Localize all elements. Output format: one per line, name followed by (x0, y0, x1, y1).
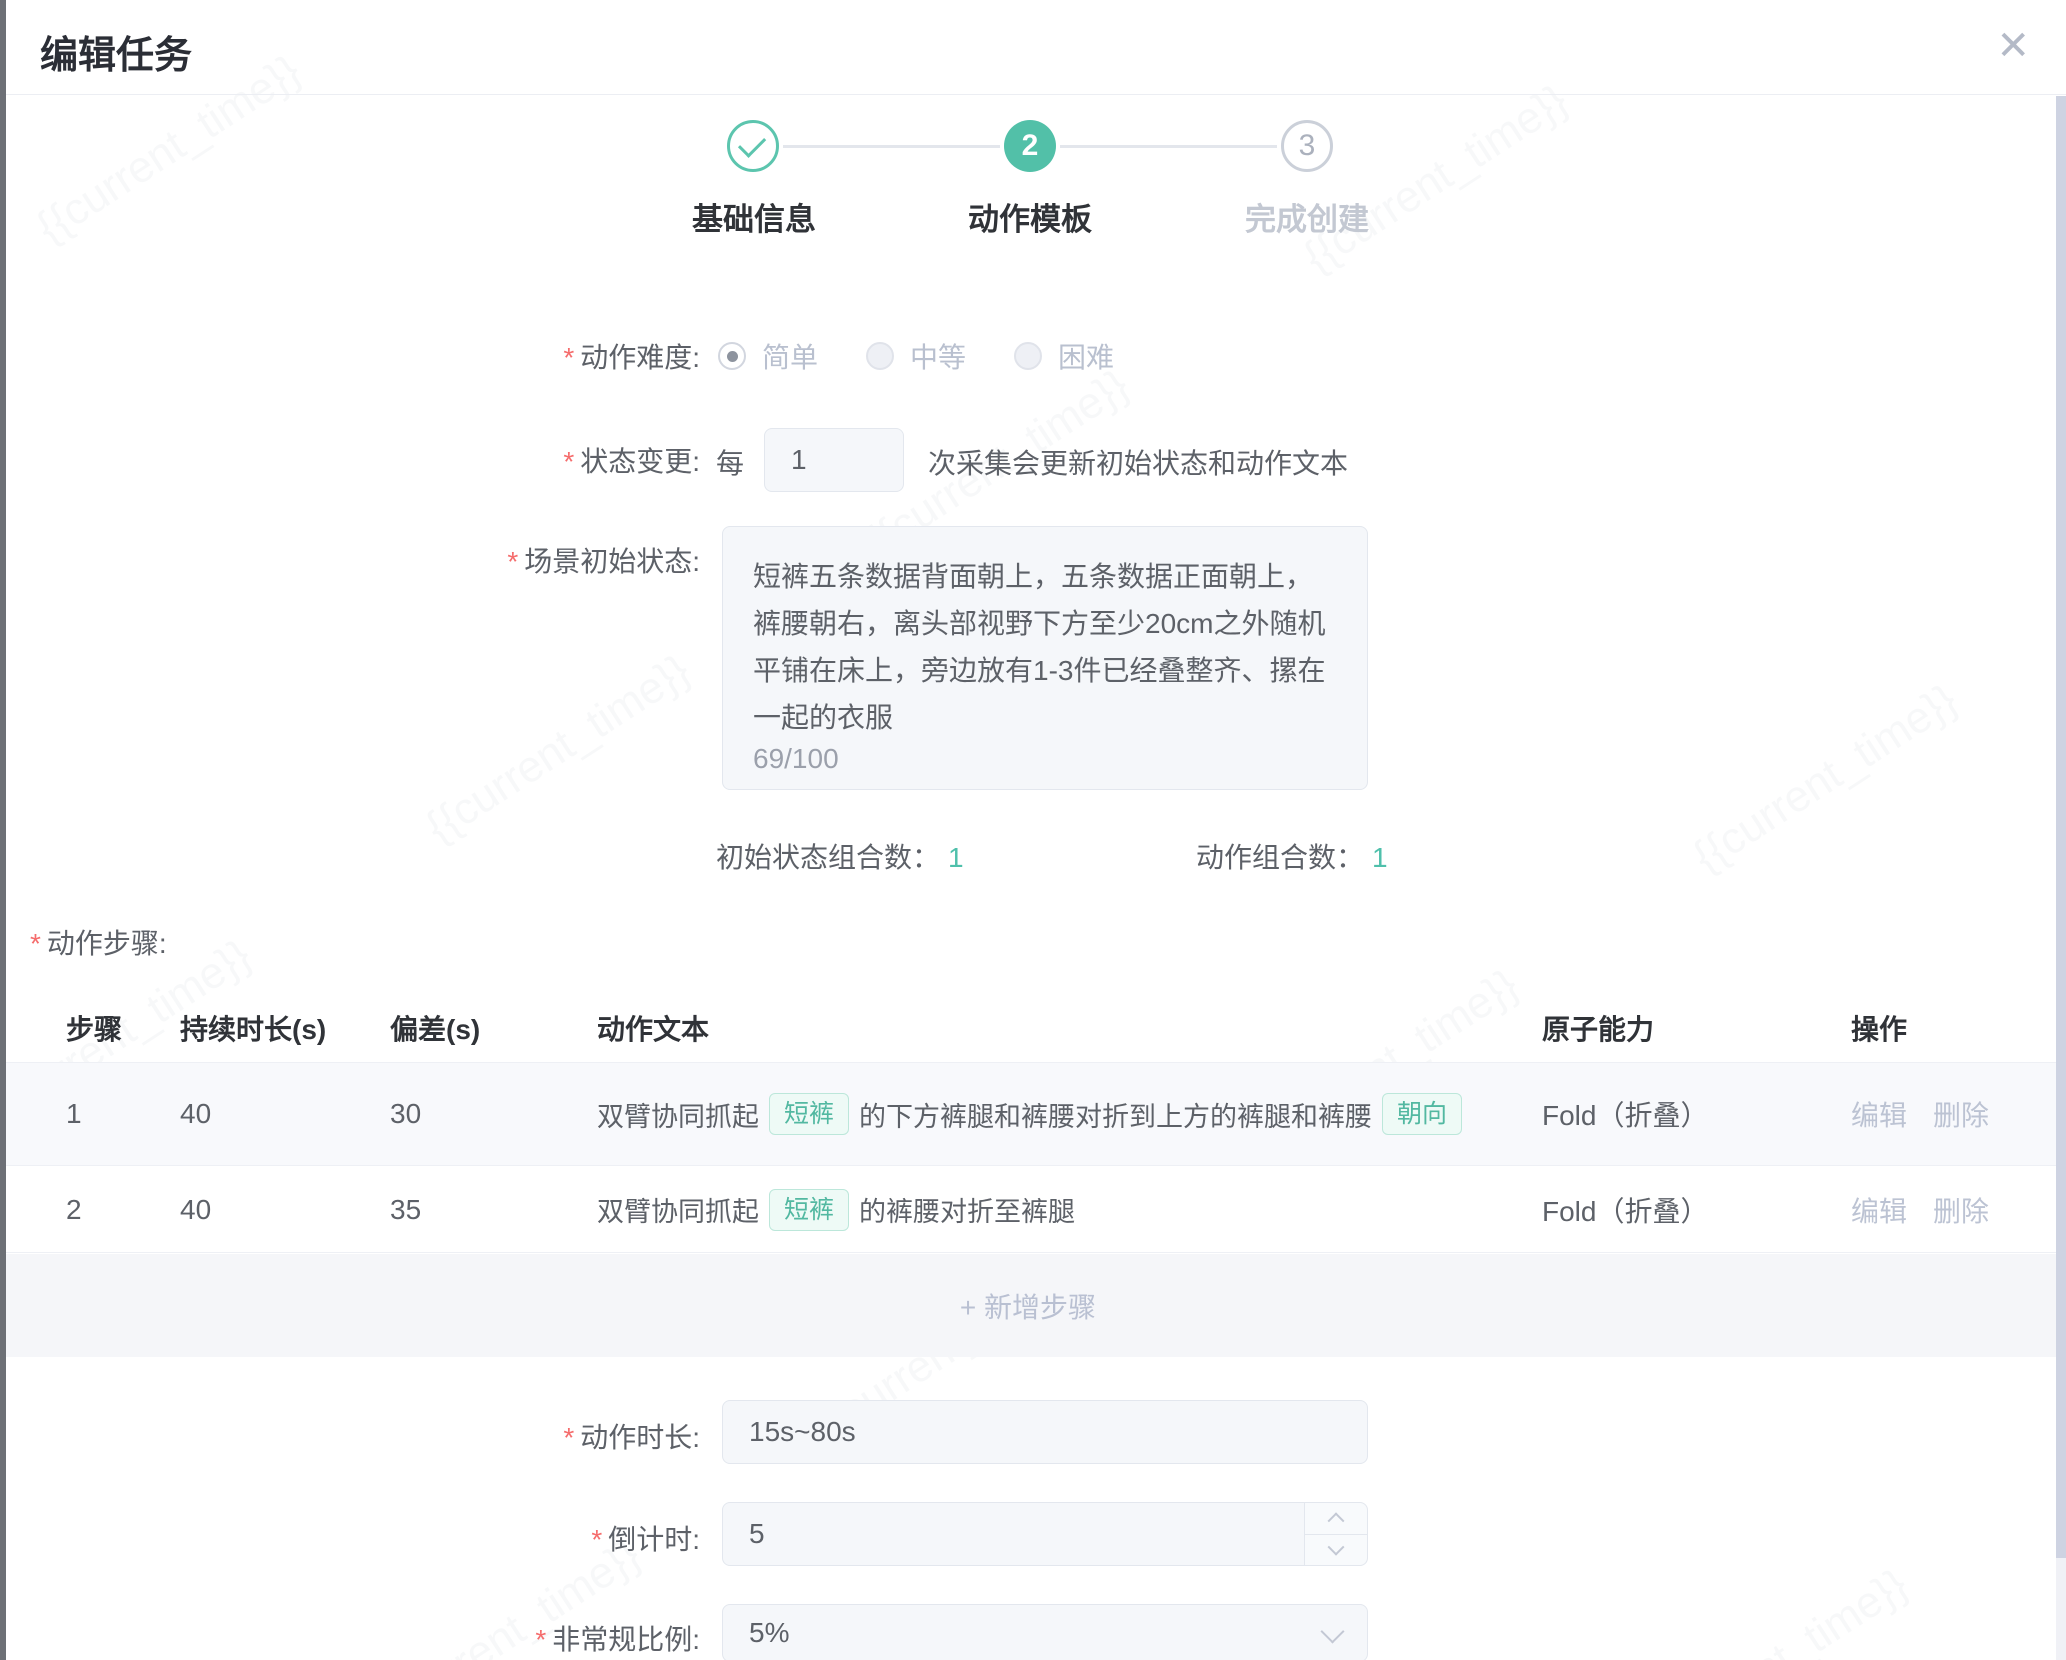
radio-selected-icon (718, 342, 746, 370)
edit-link[interactable]: 编辑 (1851, 1094, 1907, 1134)
state-change-prefix: 每 (716, 442, 744, 482)
cell-deviation: 30 (390, 1098, 597, 1130)
step-2-circle: 2 (1004, 120, 1056, 172)
col-text: 动作文本 (597, 1008, 1542, 1048)
edit-link[interactable]: 编辑 (1851, 1190, 1907, 1230)
chevron-down-icon (1328, 1538, 1345, 1555)
step-1-label: 基础信息 (644, 194, 864, 239)
scene-state-textarea[interactable]: 短裤五条数据背面朝上，五条数据正面朝上，裤腰朝右，离头部视野下方至少20cm之外… (722, 526, 1368, 790)
cell-deviation: 35 (390, 1194, 597, 1226)
col-operation: 操作 (1851, 1008, 2056, 1048)
unusual-ratio-label: *非常规比例: (260, 1618, 700, 1658)
difficulty-label: *动作难度: (260, 336, 700, 376)
cell-duration: 40 (180, 1098, 390, 1130)
state-change-input[interactable]: 1 (764, 428, 904, 492)
countdown-label: *倒计时: (260, 1518, 700, 1558)
scene-state-label: *场景初始状态: (260, 540, 700, 580)
difficulty-radio-group: 简单 中等 困难 (718, 336, 1114, 376)
close-icon[interactable]: ✕ (1996, 22, 2030, 70)
number-stepper (1304, 1503, 1367, 1565)
required-star: * (563, 342, 574, 373)
state-change-label: *状态变更: (260, 440, 700, 480)
cell-step: 1 (66, 1098, 180, 1130)
background-window-edge (0, 0, 6, 1660)
chevron-down-icon (1320, 1619, 1344, 1643)
increase-button[interactable] (1305, 1503, 1367, 1535)
table-row: 2 40 35 双臂协同抓起 短裤 的裤腰对折至裤腿 Fold（折叠） 编辑 删… (0, 1167, 2056, 1253)
object-tag: 短裤 (769, 1189, 849, 1231)
page-title: 编辑任务 (40, 24, 192, 79)
radio-medium[interactable]: 中等 (866, 336, 966, 376)
scrollbar-thumb[interactable] (2056, 96, 2066, 1558)
radio-easy[interactable]: 简单 (718, 336, 818, 376)
step-2-label: 动作模板 (920, 194, 1140, 239)
table-row: 1 40 30 双臂协同抓起 短裤 的下方裤腿和裤腰对折到上方的裤腿和裤腰 朝向… (0, 1062, 2056, 1166)
step-2-number: 2 (1022, 129, 1039, 163)
action-combo-count: 动作组合数：1 (1196, 836, 1388, 876)
unusual-ratio-select[interactable]: 5% (722, 1604, 1368, 1660)
cell-step: 2 (66, 1194, 180, 1226)
countdown-input[interactable]: 5 (722, 1502, 1368, 1566)
duration-label: *动作时长: (260, 1416, 700, 1456)
combo-value: 1 (948, 842, 964, 873)
add-step-button[interactable]: + 新增步骤 (0, 1254, 2056, 1357)
initial-state-combo-count: 初始状态组合数：1 (716, 836, 964, 876)
cell-ability: Fold（折叠） (1542, 1190, 1851, 1230)
object-tag: 短裤 (769, 1093, 849, 1135)
table-header: 步骤 持续时长(s) 偏差(s) 动作文本 原子能力 操作 (0, 996, 2056, 1060)
delete-link[interactable]: 删除 (1933, 1094, 1989, 1134)
step-connector (783, 145, 1000, 148)
char-counter: 69/100 (753, 743, 839, 775)
cell-duration: 40 (180, 1194, 390, 1226)
scrollbar-track[interactable] (2056, 96, 2066, 1660)
step-1-circle (727, 120, 779, 172)
scene-state-text: 短裤五条数据背面朝上，五条数据正面朝上，裤腰朝右，离头部视野下方至少20cm之外… (753, 553, 1337, 741)
col-ability: 原子能力 (1542, 1008, 1851, 1048)
orientation-tag: 朝向 (1382, 1093, 1462, 1135)
duration-input[interactable]: 15s~80s (722, 1400, 1368, 1464)
cell-operations: 编辑 删除 (1851, 1190, 2056, 1230)
radio-icon (1014, 342, 1042, 370)
step-connector (1060, 145, 1277, 148)
col-step: 步骤 (66, 1008, 180, 1048)
state-change-suffix: 次采集会更新初始状态和动作文本 (928, 442, 1348, 482)
decrease-button[interactable] (1305, 1535, 1367, 1566)
cell-action-text: 双臂协同抓起 短裤 的下方裤腿和裤腰对折到上方的裤腿和裤腰 朝向 (597, 1093, 1542, 1135)
step-3-number: 3 (1299, 129, 1316, 163)
delete-link[interactable]: 删除 (1933, 1190, 1989, 1230)
step-3-circle: 3 (1281, 120, 1333, 172)
radio-icon (866, 342, 894, 370)
cell-ability: Fold（折叠） (1542, 1094, 1851, 1134)
step-3-label: 完成创建 (1197, 194, 1417, 239)
header-divider (6, 94, 2066, 95)
cell-operations: 编辑 删除 (1851, 1094, 2056, 1134)
chevron-up-icon (1328, 1513, 1345, 1530)
action-steps-label: *动作步骤: (30, 922, 167, 962)
radio-hard[interactable]: 困难 (1014, 336, 1114, 376)
col-duration: 持续时长(s) (180, 1008, 390, 1048)
combo-value: 1 (1372, 842, 1388, 873)
cell-action-text: 双臂协同抓起 短裤 的裤腰对折至裤腿 (597, 1189, 1542, 1231)
col-deviation: 偏差(s) (390, 1008, 597, 1048)
edit-task-dialog: {{current_time}}{{current_time}}{{curren… (0, 0, 2066, 1660)
check-icon (737, 129, 765, 157)
